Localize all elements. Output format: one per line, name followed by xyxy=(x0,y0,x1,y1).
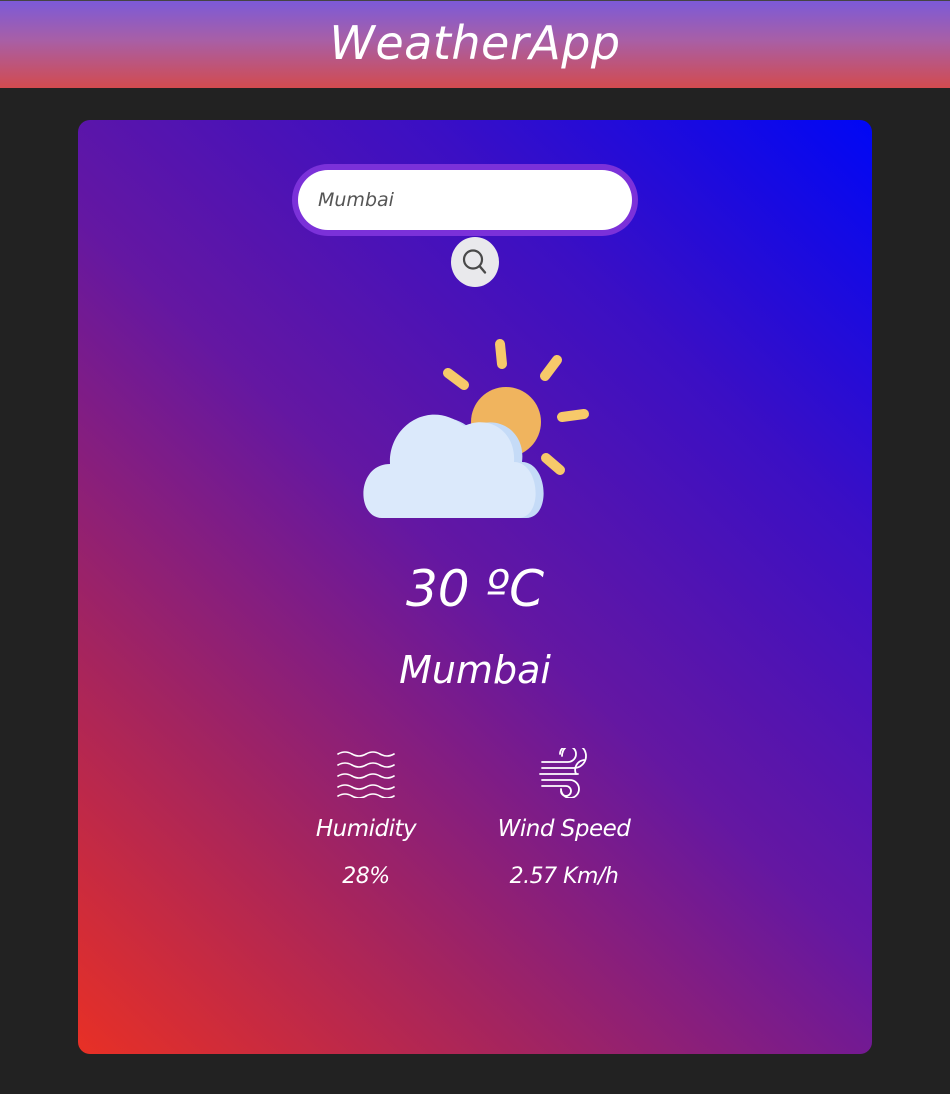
humidity-stat: Humidity 28% xyxy=(286,748,446,889)
temperature: 30 ºC xyxy=(406,560,544,618)
humidity-waves-icon xyxy=(337,751,395,798)
app-header: WeatherApp xyxy=(0,0,950,88)
wind-stat: Wind Speed 2.57 Km/h xyxy=(484,748,644,889)
search-box xyxy=(292,164,638,236)
weather-card: 30 ºC Mumbai Humidity 28% Wi xyxy=(78,120,872,1054)
wind-value: 2.57 Km/h xyxy=(509,864,619,889)
app-title: WeatherApp xyxy=(329,15,621,70)
partly-cloudy-icon xyxy=(363,339,589,518)
humidity-value: 28% xyxy=(342,864,390,889)
wind-icon xyxy=(539,748,587,798)
humidity-label: Humidity xyxy=(315,816,417,842)
search-input[interactable] xyxy=(298,170,632,230)
city-name: Mumbai xyxy=(399,648,551,692)
search-button[interactable] xyxy=(451,237,499,287)
search-icon xyxy=(462,249,487,274)
wind-label: Wind Speed xyxy=(497,816,631,842)
